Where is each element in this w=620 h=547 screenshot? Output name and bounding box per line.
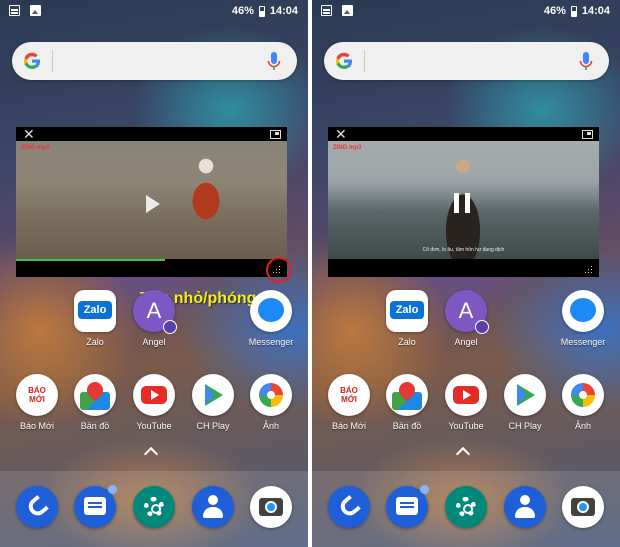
app-label: Angel xyxy=(142,337,166,347)
battery-percent: 46% xyxy=(231,5,254,17)
app-angel[interactable]: A Angel xyxy=(431,290,501,347)
microphone-icon[interactable] xyxy=(267,52,281,72)
channel-logo: ZING mp3 xyxy=(333,145,362,151)
bao-moi-icon: BÁO MỚI xyxy=(16,374,58,416)
contacts-icon xyxy=(192,486,234,528)
image-notification-icon xyxy=(30,5,41,16)
battery-percent: 46% xyxy=(543,5,566,17)
dock xyxy=(312,471,620,547)
phone-icon xyxy=(328,486,370,528)
app-photos[interactable]: Ảnh xyxy=(236,374,306,431)
phone-screen-right: 46% 14:04 ✕ ZING mp3 Cô đơn, lo âu, tâm … xyxy=(312,0,620,547)
video-progress-bar[interactable] xyxy=(16,259,166,261)
microphone-icon[interactable] xyxy=(579,52,593,72)
messenger-icon xyxy=(562,290,604,332)
photos-icon xyxy=(562,374,604,416)
messages-icon xyxy=(386,485,429,528)
youtube-icon xyxy=(445,374,487,416)
close-icon[interactable]: ✕ xyxy=(23,126,35,142)
app-label: Ảnh xyxy=(574,421,591,431)
expand-window-icon[interactable] xyxy=(582,130,593,139)
video-frame[interactable]: ZING mp3 xyxy=(16,141,287,259)
messages-icon xyxy=(74,485,117,528)
messenger-icon xyxy=(250,290,292,332)
resize-handle-icon[interactable] xyxy=(583,264,592,273)
google-search-bar[interactable] xyxy=(324,42,609,80)
floating-video-player[interactable]: ✕ ZING mp3 Cô đơn, lo âu, tâm hồn hư đan… xyxy=(328,126,599,277)
app-label: Ảnh xyxy=(262,421,279,431)
app-photos[interactable]: Ảnh xyxy=(548,374,618,431)
video-subtitle: Cô đơn, lo âu, tâm hồn hư đang dịch xyxy=(422,247,505,253)
zalo-icon: Zalo xyxy=(386,290,428,332)
status-bar: 46% 14:04 xyxy=(312,0,620,22)
app-drawer-chevron-icon[interactable] xyxy=(455,446,471,462)
dock xyxy=(0,471,308,547)
status-bar: 46% 14:04 xyxy=(0,0,308,22)
contacts-icon xyxy=(504,486,546,528)
maps-icon xyxy=(74,374,116,416)
expand-window-icon[interactable] xyxy=(270,130,281,139)
contact-a-icon: A xyxy=(445,290,489,334)
notification-icon xyxy=(321,5,332,16)
play-store-icon xyxy=(504,374,546,416)
app-angel[interactable]: A Angel xyxy=(119,290,189,347)
maps-icon xyxy=(386,374,428,416)
video-top-bar: ✕ xyxy=(16,126,287,142)
notification-icon xyxy=(9,5,20,16)
app-drawer-chevron-icon[interactable] xyxy=(143,446,159,462)
search-divider xyxy=(364,50,365,72)
app-label: Messenger xyxy=(248,337,294,347)
settings-icon xyxy=(445,486,487,528)
settings-icon xyxy=(133,486,175,528)
app-label: Messenger xyxy=(560,337,606,347)
clock: 14:04 xyxy=(581,5,610,17)
video-bottom-bar xyxy=(16,257,292,283)
bao-moi-icon: BÁO MỚI xyxy=(328,374,370,416)
video-frame[interactable]: ZING mp3 Cô đơn, lo âu, tâm hồn hư đang … xyxy=(328,141,599,259)
close-icon[interactable]: ✕ xyxy=(335,126,347,142)
video-bottom-bar xyxy=(328,259,599,277)
phone-icon xyxy=(16,486,58,528)
google-search-bar[interactable] xyxy=(12,42,297,80)
pause-icon[interactable] xyxy=(454,193,470,213)
youtube-icon xyxy=(133,374,175,416)
phone-screen-left: 46% 14:04 ✕ ZING mp3 Thu nhỏ/phóng to Za… xyxy=(0,0,308,547)
camera-icon xyxy=(562,486,604,528)
app-messenger[interactable]: Messenger xyxy=(548,290,618,347)
contact-a-icon: A xyxy=(133,290,177,334)
google-g-icon xyxy=(22,51,42,71)
camera-icon xyxy=(250,486,292,528)
battery-icon xyxy=(258,5,265,17)
app-label: Angel xyxy=(454,337,478,347)
channel-logo: ZING mp3 xyxy=(21,145,50,151)
search-divider xyxy=(52,50,53,72)
floating-video-player[interactable]: ✕ ZING mp3 xyxy=(16,126,292,283)
zalo-icon: Zalo xyxy=(74,290,116,332)
clock: 14:04 xyxy=(269,5,298,17)
video-top-bar: ✕ xyxy=(328,126,599,142)
google-g-icon xyxy=(334,51,354,71)
app-messenger[interactable]: Messenger xyxy=(236,290,306,347)
photos-icon xyxy=(250,374,292,416)
play-store-icon xyxy=(192,374,234,416)
image-notification-icon xyxy=(342,5,353,16)
resize-highlight-circle xyxy=(266,257,292,283)
play-icon[interactable] xyxy=(146,195,160,213)
battery-icon xyxy=(570,5,577,17)
dock-camera[interactable] xyxy=(548,486,618,528)
dock-camera[interactable] xyxy=(236,486,306,528)
